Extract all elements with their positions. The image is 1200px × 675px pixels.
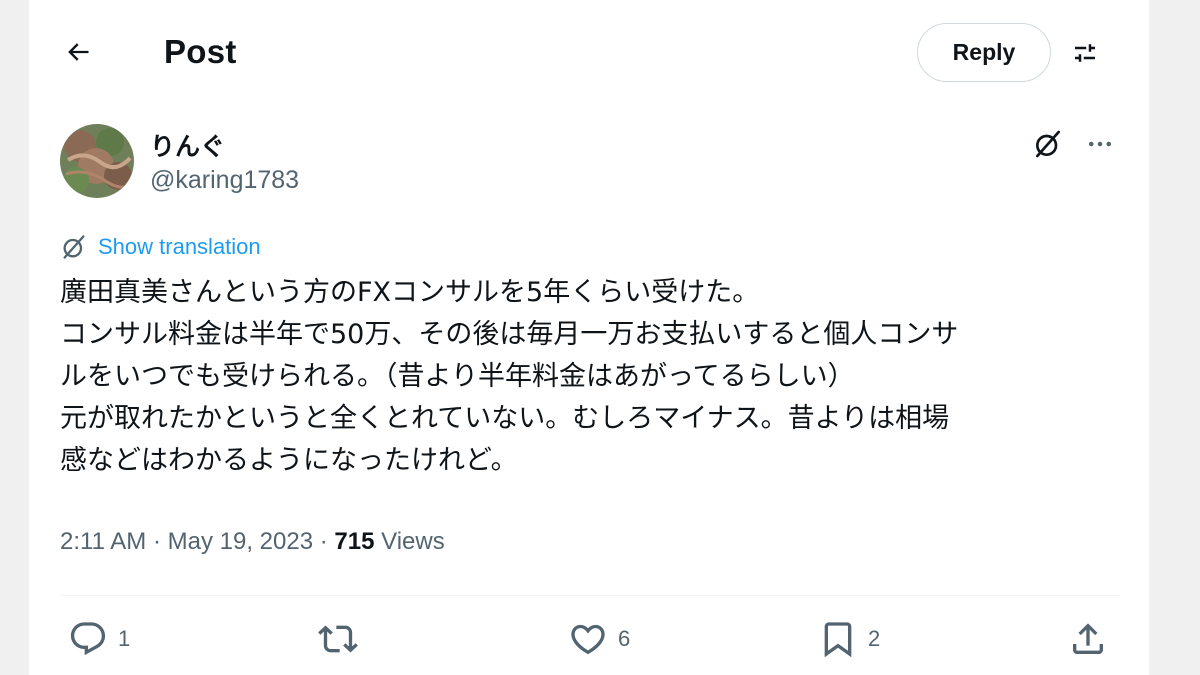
- arrow-left-icon: [64, 38, 92, 66]
- tweet-line: ルをいつでも受けられる。（昔より半年料金はあがってるらしい）: [60, 361, 855, 392]
- tweet-line: 元が取れたかというと全くとれていない。むしろマイナス。昔よりは相場: [60, 403, 950, 434]
- more-button[interactable]: [1082, 126, 1118, 162]
- repost-icon: [318, 619, 358, 659]
- display-name[interactable]: りんぐ: [150, 127, 225, 163]
- user-handle[interactable]: @karing1783: [150, 166, 299, 195]
- bookmark-icon: [818, 619, 858, 659]
- sliders-icon: [1070, 38, 1100, 68]
- grok-button[interactable]: [1030, 126, 1066, 162]
- meta-separator: ·: [152, 528, 161, 555]
- divider: [60, 595, 1120, 596]
- show-translation-link[interactable]: Show translation: [60, 233, 261, 261]
- post-date[interactable]: May 19, 2023: [168, 528, 313, 555]
- page-title: Post: [164, 33, 237, 70]
- tweet-line: 感などはわかるようになったけれど。: [60, 445, 518, 476]
- reply-button[interactable]: Reply: [917, 23, 1051, 82]
- views-label: Views: [381, 528, 445, 555]
- reply-count: 1: [118, 626, 131, 651]
- translate-label: Show translation: [98, 234, 261, 259]
- share-action[interactable]: [1068, 619, 1108, 659]
- share-icon: [1068, 619, 1108, 659]
- grok-icon: [1032, 128, 1064, 160]
- heart-icon: [568, 619, 608, 659]
- views-count: 715: [334, 528, 375, 555]
- repost-action[interactable]: [318, 619, 368, 659]
- tweet-line: 廣田真美さんという方のFXコンサルを5年くらい受けた。: [60, 277, 760, 308]
- post-meta: 2:11 AM · May 19, 2023 · 715 Views: [60, 528, 445, 556]
- meta-separator: ·: [319, 528, 328, 555]
- avatar[interactable]: [60, 124, 134, 198]
- like-action[interactable]: 6: [568, 619, 630, 659]
- filter-button[interactable]: [1064, 32, 1106, 74]
- post-time[interactable]: 2:11 AM: [60, 528, 146, 555]
- back-button[interactable]: [58, 32, 98, 72]
- globe-slash-icon: [60, 233, 88, 261]
- tweet-line: コンサル料金は半年で50万、その後は毎月一万お支払いすると個人コンサ: [60, 319, 959, 350]
- bookmark-action[interactable]: 2: [818, 619, 880, 659]
- tweet-text: 廣田真美さんという方のFXコンサルを5年くらい受けた。 コンサル料金は半年で50…: [60, 272, 1130, 482]
- like-count: 6: [618, 626, 631, 651]
- more-horizontal-icon: [1085, 129, 1115, 159]
- comment-icon: [68, 619, 108, 659]
- bookmark-count: 2: [868, 626, 881, 651]
- reply-action[interactable]: 1: [68, 619, 130, 659]
